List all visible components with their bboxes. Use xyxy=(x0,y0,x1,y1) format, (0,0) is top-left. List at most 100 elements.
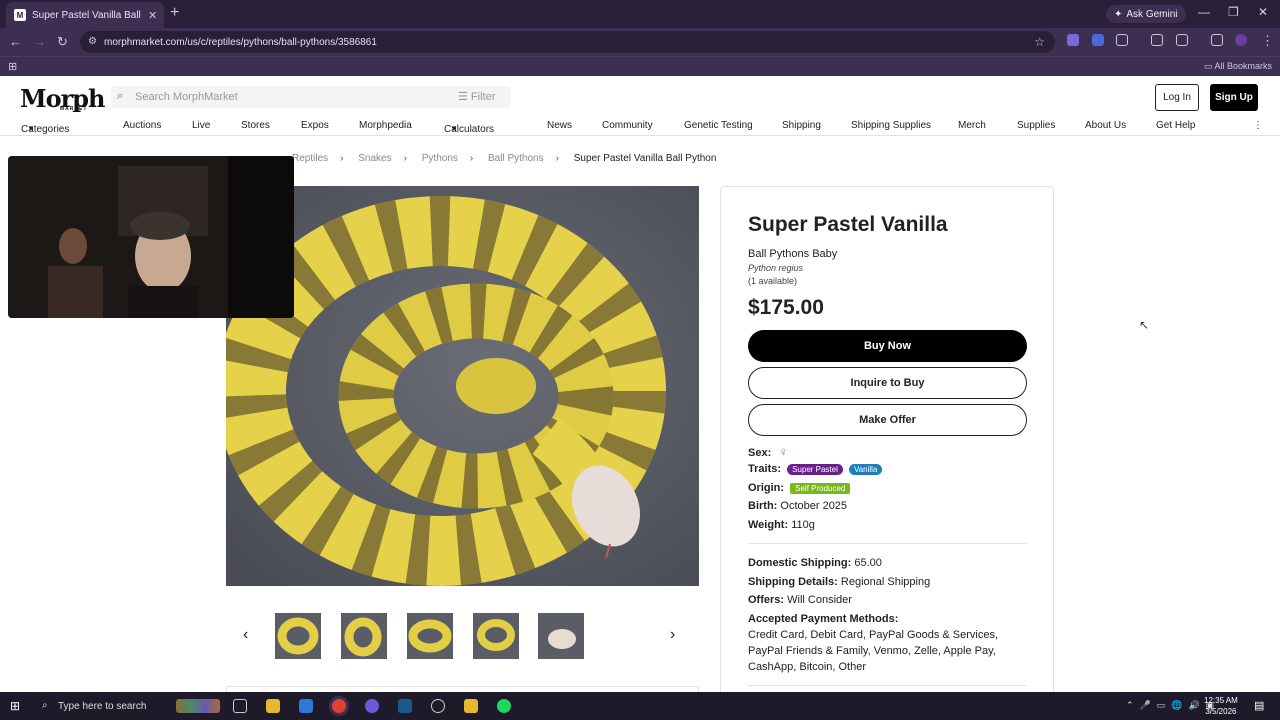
thumbnail[interactable] xyxy=(538,613,584,659)
profile-avatar-icon[interactable] xyxy=(1235,34,1247,46)
spotify-icon[interactable] xyxy=(497,699,511,713)
thumbnail[interactable] xyxy=(407,613,453,659)
close-window-icon[interactable]: ✕ xyxy=(1258,5,1268,19)
login-button[interactable]: Log In xyxy=(1155,84,1199,111)
tab-search-icon[interactable] xyxy=(1151,34,1163,46)
thumbnail-image xyxy=(408,619,452,653)
search-input[interactable]: ⌕ Search MorphMarket ☰ Filter xyxy=(111,86,511,108)
app-icon[interactable] xyxy=(464,699,478,713)
address-bar[interactable]: ⚙ morphmarket.com/us/c/reptiles/pythons/… xyxy=(80,31,1055,53)
nav-get-help[interactable]: Get Help xyxy=(1156,120,1195,131)
notification-icon[interactable]: ▤ xyxy=(1254,699,1264,712)
origin-row: Origin: Self Produced xyxy=(748,482,851,494)
weight-row: Weight: 110g xyxy=(748,519,815,531)
nav-about-us[interactable]: About Us xyxy=(1085,120,1126,131)
tab-title: Super Pastel Vanilla Ball Python xyxy=(32,9,142,21)
reading-list-icon[interactable] xyxy=(1211,34,1223,46)
nav-community[interactable]: Community xyxy=(602,120,653,131)
divider xyxy=(748,685,1027,686)
nav-expos[interactable]: Expos xyxy=(301,120,329,131)
shipping-details-label: Shipping Details: xyxy=(748,576,838,588)
extension-icon[interactable] xyxy=(1067,34,1079,46)
taskbar-search[interactable]: ⌕ Type here to search xyxy=(38,692,172,720)
weight-value: 110g xyxy=(791,519,815,531)
chevron-right-icon: › xyxy=(340,153,344,164)
thumbnail[interactable] xyxy=(473,613,519,659)
breadcrumb-current: Super Pastel Vanilla Ball Python xyxy=(573,153,717,164)
extension-icon[interactable] xyxy=(1092,34,1104,46)
nav-shipping-supplies[interactable]: Shipping Supplies xyxy=(851,120,931,131)
sex-label: Sex: xyxy=(748,447,772,459)
sex-row: Sex: ♀ xyxy=(748,444,788,459)
traits-label: Traits: xyxy=(748,463,782,475)
clock[interactable]: 12:35 AM 3/5/2026 xyxy=(1204,695,1238,717)
buy-now-button[interactable]: Buy Now xyxy=(748,330,1027,362)
new-tab-icon[interactable]: + xyxy=(170,4,179,22)
chevron-right-icon[interactable]: › xyxy=(670,626,675,644)
breadcrumb-ball-pythons[interactable]: Ball Pythons xyxy=(488,153,544,164)
mouse-cursor-icon: ↖ xyxy=(1139,318,1150,332)
chevron-left-icon[interactable]: ‹ xyxy=(243,626,248,644)
cast-icon[interactable] xyxy=(1176,34,1188,46)
filter-button[interactable]: ☰ Filter xyxy=(458,90,495,103)
morphmarket-logo[interactable]: Morph MARKET xyxy=(20,84,105,113)
thumbnail[interactable] xyxy=(275,613,321,659)
breadcrumb-snakes[interactable]: Snakes xyxy=(358,153,391,164)
nav-shipping[interactable]: Shipping xyxy=(782,120,821,131)
nav-live[interactable]: Live xyxy=(192,120,210,131)
close-tab-icon[interactable]: ✕ xyxy=(148,9,157,22)
thumbnail[interactable] xyxy=(341,613,387,659)
minimize-icon[interactable]: — xyxy=(1198,5,1210,19)
shipping-details-value: Regional Shipping xyxy=(840,576,931,588)
store-icon[interactable] xyxy=(299,699,313,713)
main-nav: Categories ▼ Auctions Live Stores Expos M… xyxy=(0,116,1280,136)
make-offer-button[interactable]: Make Offer xyxy=(748,404,1027,436)
bookmarks-bar: ⊞ ▭ All Bookmarks xyxy=(0,56,1280,76)
nav-genetic-testing[interactable]: Genetic Testing xyxy=(684,120,753,131)
main-product-image[interactable] xyxy=(226,186,699,586)
nav-news[interactable]: News xyxy=(547,120,572,131)
books-icon[interactable] xyxy=(176,699,220,713)
steam-icon[interactable] xyxy=(398,699,412,713)
filter-label: Filter xyxy=(470,91,496,103)
ask-gemini-button[interactable]: ✦ Ask Gemini xyxy=(1106,5,1186,23)
chevron-right-icon: › xyxy=(555,153,559,164)
trait-badge[interactable]: Vanilla xyxy=(848,464,883,475)
breadcrumb: Reptiles › Snakes › Pythons › Ball Pythons ›… xyxy=(292,153,716,164)
female-icon: ♀ xyxy=(778,444,789,459)
nav-supplies[interactable]: Supplies xyxy=(1017,120,1055,131)
extensions-puzzle-icon[interactable] xyxy=(1116,34,1128,46)
back-icon[interactable]: ← xyxy=(9,34,22,49)
forward-icon[interactable]: → xyxy=(33,34,46,49)
browser-menu-icon[interactable]: ⋮ xyxy=(1261,33,1274,49)
inquire-button[interactable]: Inquire to Buy xyxy=(748,367,1027,399)
chrome-icon[interactable] xyxy=(332,699,346,713)
bookmark-star-icon[interactable]: ☆ xyxy=(1034,35,1045,49)
offers-row: Offers: Will Consider xyxy=(748,594,852,606)
breadcrumb-pythons[interactable]: Pythons xyxy=(422,153,458,164)
all-bookmarks[interactable]: ▭ All Bookmarks xyxy=(1204,61,1272,72)
nav-merch[interactable]: Merch xyxy=(958,120,986,131)
breadcrumb-reptiles[interactable]: Reptiles xyxy=(292,153,328,164)
offers-label: Offers: xyxy=(748,594,785,606)
nav-stores[interactable]: Stores xyxy=(241,120,270,131)
browser-tab[interactable]: M Super Pastel Vanilla Ball Python ✕ xyxy=(6,2,164,28)
signup-button[interactable]: Sign Up xyxy=(1210,84,1258,111)
more-menu-icon[interactable]: ⋮ xyxy=(1253,120,1263,131)
chevron-down-icon: ▼ xyxy=(450,124,458,133)
site-info-icon[interactable]: ⚙ xyxy=(88,36,97,47)
nav-morphpedia[interactable]: Morphpedia xyxy=(359,120,412,131)
file-explorer-icon[interactable] xyxy=(266,699,280,713)
scientific-name: Python regius xyxy=(748,263,804,273)
trait-badge[interactable]: Super Pastel xyxy=(787,464,843,475)
reload-icon[interactable]: ↻ xyxy=(57,34,68,50)
apps-grid-icon[interactable]: ⊞ xyxy=(8,60,17,73)
maximize-icon[interactable]: ❐ xyxy=(1228,5,1239,19)
task-view-icon[interactable] xyxy=(233,699,247,713)
discord-icon[interactable] xyxy=(365,699,379,713)
browser-toolbar: ← → ↻ ⚙ morphmarket.com/us/c/reptiles/py… xyxy=(0,28,1280,56)
chevron-down-icon: ▼ xyxy=(27,124,35,133)
obs-icon[interactable] xyxy=(431,699,445,713)
windows-start-icon[interactable]: ⊞ xyxy=(10,699,20,713)
nav-auctions[interactable]: Auctions xyxy=(123,120,161,131)
